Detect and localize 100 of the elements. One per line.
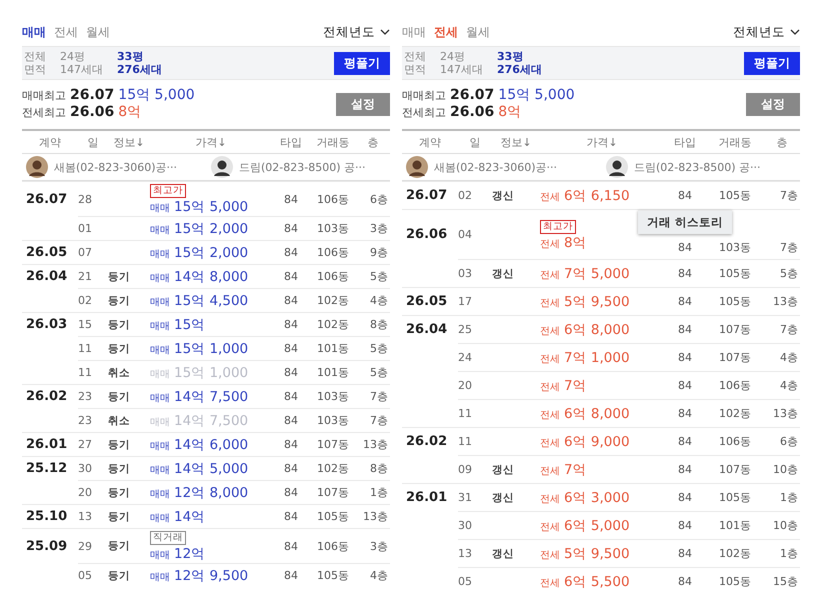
- area-option[interactable]: 24평 147세대: [440, 50, 483, 76]
- contract-month: 26.02: [26, 389, 68, 404]
- area-option[interactable]: 33평 276세대: [117, 50, 162, 76]
- building-number: 105동: [317, 509, 349, 524]
- unit-type: 84: [284, 462, 298, 475]
- deal-price: 12억: [174, 545, 206, 563]
- deal-type: 매매: [150, 416, 170, 428]
- deal-info: 취소: [108, 366, 130, 380]
- expand-area-button[interactable]: 평풀기: [334, 52, 390, 74]
- settings-button[interactable]: 설정: [746, 92, 800, 116]
- deal-price: 12억 8,000: [174, 484, 248, 502]
- deal-price: 15억 4,500: [174, 292, 248, 310]
- settings-button[interactable]: 설정: [336, 92, 390, 116]
- agent-name[interactable]: 새봄(02-823-3060)공···: [54, 160, 177, 174]
- building-number: 105동: [719, 574, 751, 589]
- deal-info: 등기: [108, 294, 130, 308]
- deal-tab[interactable]: 전세: [54, 24, 78, 40]
- building-number: 106동: [719, 378, 751, 393]
- building-number: 105동: [317, 568, 349, 583]
- area-option[interactable]: 33평 276세대: [497, 50, 542, 76]
- deal-price: 6억 6,150: [564, 186, 630, 204]
- column-header[interactable]: 정보↓: [492, 134, 540, 150]
- column-header[interactable]: 층: [356, 134, 390, 150]
- contract-day: 17: [458, 295, 472, 308]
- deal-type: 전세: [540, 492, 560, 506]
- building-number: 106동: [317, 245, 349, 260]
- deal-tab[interactable]: 전세: [434, 24, 458, 40]
- deal-price: 15억 2,000: [174, 244, 248, 262]
- floor: 1층: [370, 485, 388, 500]
- column-header[interactable]: 일: [458, 134, 492, 150]
- building-number: 101동: [719, 518, 751, 533]
- column-header[interactable]: 정보↓: [108, 134, 150, 150]
- deal-info: 등기: [108, 342, 130, 356]
- area-option[interactable]: 24평 147세대: [60, 50, 103, 76]
- column-header[interactable]: 층: [764, 134, 800, 150]
- deal-price: 15억 1,000: [174, 340, 248, 358]
- floor: 13층: [773, 406, 798, 421]
- deal-type: 매매: [150, 570, 170, 584]
- deal-price: 7억 5,000: [564, 264, 630, 282]
- deal-info: 등기: [108, 390, 130, 404]
- deal-tab[interactable]: 월세: [466, 24, 490, 40]
- floor: 13층: [363, 437, 388, 452]
- unit-type: 84: [284, 222, 298, 235]
- expand-area-button[interactable]: 평풀기: [744, 52, 800, 74]
- agent-name[interactable]: 드림(02-823-8500) 공···: [239, 160, 366, 174]
- high-date: 26.07: [450, 87, 494, 103]
- deal-type: 매매: [150, 512, 170, 524]
- contract-day: 31: [458, 491, 472, 504]
- floor: 13층: [363, 509, 388, 524]
- contract-day: 07: [78, 246, 92, 259]
- deal-price: 15억 5,000: [174, 198, 248, 216]
- floor: 4층: [780, 378, 798, 393]
- column-header[interactable]: 가격↓: [150, 134, 272, 150]
- deal-tab[interactable]: 매매: [402, 24, 426, 40]
- building-number: 103동: [317, 389, 349, 404]
- high-label: 매매최고: [402, 88, 446, 104]
- column-header[interactable]: 가격↓: [540, 134, 664, 150]
- building-number: 106동: [317, 192, 349, 206]
- contract-month: 26.05: [406, 294, 448, 309]
- contract-day: 11: [458, 435, 472, 448]
- contract-day: 23: [78, 390, 92, 403]
- deal-type: 전세: [540, 380, 560, 394]
- deal-info: 갱신: [492, 546, 514, 560]
- contract-day: 23: [78, 414, 92, 427]
- contract-month: 25.10: [26, 509, 68, 524]
- building-number: 102동: [719, 546, 751, 561]
- high-label: 매매최고: [22, 88, 66, 104]
- deal-price: 6억 5,000: [564, 516, 630, 534]
- agent-name[interactable]: 새봄(02-823-3060)공···: [434, 160, 557, 174]
- high-price: 8억: [498, 104, 522, 120]
- column-header[interactable]: 거래동: [706, 134, 764, 150]
- building-number: 107동: [317, 485, 349, 500]
- unit-type: 84: [678, 547, 692, 560]
- area-label: 면적: [404, 63, 426, 76]
- floor: 5층: [370, 341, 388, 356]
- column-header[interactable]: 타입: [272, 134, 310, 150]
- year-dropdown[interactable]: 전체년도: [733, 24, 800, 40]
- column-header[interactable]: 타입: [664, 134, 706, 150]
- contract-day: 20: [458, 379, 472, 392]
- column-header[interactable]: 거래동: [310, 134, 356, 150]
- column-header[interactable]: 계약: [22, 134, 78, 150]
- deal-info: 갱신: [492, 266, 514, 280]
- year-dropdown[interactable]: 전체년도: [323, 24, 390, 40]
- column-header[interactable]: 일: [78, 134, 108, 150]
- contract-day: 27: [78, 438, 92, 451]
- unit-type: 84: [284, 486, 298, 499]
- deal-tab[interactable]: 월세: [86, 24, 110, 40]
- deal-type: 전세: [540, 296, 560, 310]
- contract-month: 26.04: [26, 269, 68, 284]
- deal-type: 전세: [540, 408, 560, 422]
- deal-tab[interactable]: 매매: [22, 24, 46, 40]
- column-header[interactable]: 계약: [402, 134, 458, 150]
- contract-day: 01: [78, 222, 92, 235]
- chevron-down-icon: [380, 29, 390, 35]
- building-number: 107동: [317, 437, 349, 452]
- contract-month: 26.03: [26, 317, 68, 332]
- high-date: 26.06: [450, 104, 494, 120]
- deal-info: 등기: [108, 462, 130, 476]
- deal-type: 매매: [150, 488, 170, 500]
- agent-name[interactable]: 드림(02-823-8500) 공···: [634, 160, 760, 174]
